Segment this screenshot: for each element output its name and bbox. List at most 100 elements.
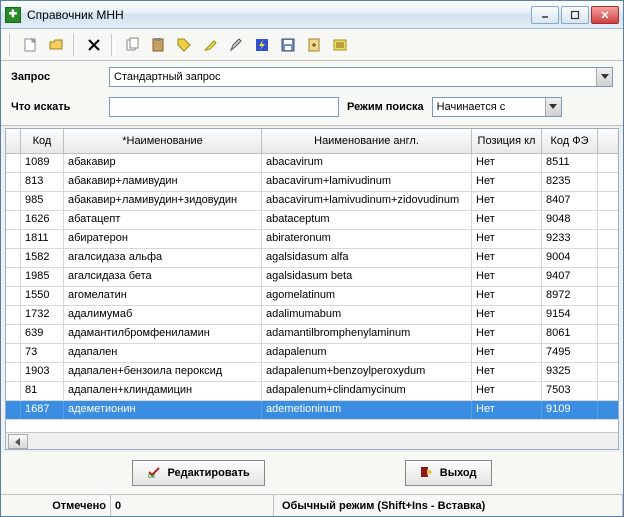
table-row[interactable]: 985абакавир+ламивудин+зидовудинabacaviru… — [6, 192, 618, 211]
cell-pos: Нет — [472, 173, 542, 191]
table-row[interactable]: 1550агомелатинagomelatinumНет8972 — [6, 287, 618, 306]
row-marker — [6, 325, 21, 343]
table-row[interactable]: 639адамантилбромфениламинadamantilbromph… — [6, 325, 618, 344]
horizontal-scrollbar[interactable] — [6, 432, 618, 449]
cell-code: 1903 — [21, 363, 64, 381]
cell-name-en: abirateronum — [262, 230, 472, 248]
cell-name: агалсидаза альфа — [64, 249, 262, 267]
mode-label: Режим поиска — [347, 101, 424, 113]
maximize-button[interactable] — [561, 6, 589, 24]
cell-name-en: adamantilbromphenylaminum — [262, 325, 472, 343]
cell-fe: 7495 — [542, 344, 598, 362]
cell-code: 813 — [21, 173, 64, 191]
export-icon[interactable] — [303, 34, 325, 56]
cell-code: 1550 — [21, 287, 64, 305]
row-marker — [6, 382, 21, 400]
cell-pos: Нет — [472, 268, 542, 286]
table-row[interactable]: 813абакавир+ламивудинabacavirum+lamivudi… — [6, 173, 618, 192]
titlebar: ✚ Справочник МНН — [1, 1, 623, 29]
table-row[interactable]: 1903адапален+бензоила пероксидadapalenum… — [6, 363, 618, 382]
search-mode-dropdown-button[interactable] — [545, 98, 561, 116]
grid-body: 1089абакавирabacavirumНет8511813абакавир… — [6, 154, 618, 432]
table-row[interactable]: 1811абиратеронabirateronumНет9233 — [6, 230, 618, 249]
save-icon[interactable] — [277, 34, 299, 56]
cell-code: 1582 — [21, 249, 64, 267]
table-row[interactable]: 1626абатацептabataceptumНет9048 — [6, 211, 618, 230]
scrollbar-left-button[interactable] — [8, 434, 28, 449]
delete-icon[interactable] — [83, 34, 105, 56]
search-label: Что искать — [11, 101, 101, 113]
cell-code: 73 — [21, 344, 64, 362]
list-icon[interactable] — [329, 34, 351, 56]
exit-button[interactable]: Выход — [405, 460, 492, 486]
cell-code: 1985 — [21, 268, 64, 286]
col-marker[interactable] — [6, 129, 21, 153]
cell-name-en: abacavirum+lamivudinum+zidovudinum — [262, 192, 472, 210]
table-row[interactable]: 1089абакавирabacavirumНет8511 — [6, 154, 618, 173]
query-label: Запрос — [11, 71, 101, 83]
cell-name: абатацепт — [64, 211, 262, 229]
brush-icon[interactable] — [225, 34, 247, 56]
table-row[interactable]: 73адапаленadapalenumНет7495 — [6, 344, 618, 363]
status-mode: Обычный режим (Shift+Ins - Вставка) — [274, 495, 623, 516]
cell-name-en: abacavirum+lamivudinum — [262, 173, 472, 191]
cell-pos: Нет — [472, 382, 542, 400]
paste-icon[interactable] — [147, 34, 169, 56]
search-mode-dropdown[interactable] — [432, 97, 562, 117]
table-row[interactable]: 1582агалсидаза альфаagalsidasum alfaНет9… — [6, 249, 618, 268]
cell-name: агомелатин — [64, 287, 262, 305]
cell-fe: 9109 — [542, 401, 598, 419]
row-marker — [6, 154, 21, 172]
cell-name: абакавир+ламивудин — [64, 173, 262, 191]
highlight-icon[interactable] — [199, 34, 221, 56]
cell-fe: 8061 — [542, 325, 598, 343]
cell-fe: 9004 — [542, 249, 598, 267]
tag-icon[interactable] — [173, 34, 195, 56]
cell-name: адамантилбромфениламин — [64, 325, 262, 343]
cell-fe: 9407 — [542, 268, 598, 286]
toolbar — [1, 29, 623, 61]
cell-code: 1732 — [21, 306, 64, 324]
table-row[interactable]: 1732адалимумабadalimumabumНет9154 — [6, 306, 618, 325]
cell-name: абакавир+ламивудин+зидовудин — [64, 192, 262, 210]
cell-code: 1626 — [21, 211, 64, 229]
cell-fe: 9048 — [542, 211, 598, 229]
open-icon[interactable] — [45, 34, 67, 56]
cell-pos: Нет — [472, 249, 542, 267]
edit-button[interactable]: OK Редактировать — [132, 460, 264, 486]
cell-name-en: ademetioninum — [262, 401, 472, 419]
app-window: ✚ Справочник МНН Запрос Что искать — [0, 0, 624, 517]
cell-code: 985 — [21, 192, 64, 210]
table-row[interactable]: 1985агалсидаза бетаagalsidasum betaНет94… — [6, 268, 618, 287]
col-fe[interactable]: Код ФЭ — [542, 129, 598, 153]
copy-icon[interactable] — [121, 34, 143, 56]
cell-fe: 8972 — [542, 287, 598, 305]
table-row[interactable]: 1687адеметионинademetioninumНет9109 — [6, 401, 618, 420]
cell-name: адалимумаб — [64, 306, 262, 324]
cell-fe: 8407 — [542, 192, 598, 210]
edit-button-label: Редактировать — [167, 467, 249, 479]
new-icon[interactable] — [19, 34, 41, 56]
cell-code: 1687 — [21, 401, 64, 419]
close-button[interactable] — [591, 6, 619, 24]
query-dropdown-button[interactable] — [596, 68, 612, 86]
col-name[interactable]: *Наименование — [64, 129, 262, 153]
minimize-button[interactable] — [531, 6, 559, 24]
flash-icon[interactable] — [251, 34, 273, 56]
cell-pos: Нет — [472, 325, 542, 343]
col-code[interactable]: Код — [21, 129, 64, 153]
col-pos[interactable]: Позиция кл — [472, 129, 542, 153]
check-icon: OK — [147, 465, 161, 482]
search-input[interactable] — [109, 97, 339, 117]
cell-pos: Нет — [472, 211, 542, 229]
cell-pos: Нет — [472, 306, 542, 324]
row-marker — [6, 268, 21, 286]
query-dropdown[interactable] — [109, 67, 613, 87]
table-row[interactable]: 81адапален+клиндамицинadapalenum+clindam… — [6, 382, 618, 401]
cell-name-en: abataceptum — [262, 211, 472, 229]
cell-code: 1811 — [21, 230, 64, 248]
cell-fe: 8511 — [542, 154, 598, 172]
col-name-en[interactable]: Наименование англ. — [262, 129, 472, 153]
row-marker — [6, 211, 21, 229]
cell-name-en: abacavirum — [262, 154, 472, 172]
